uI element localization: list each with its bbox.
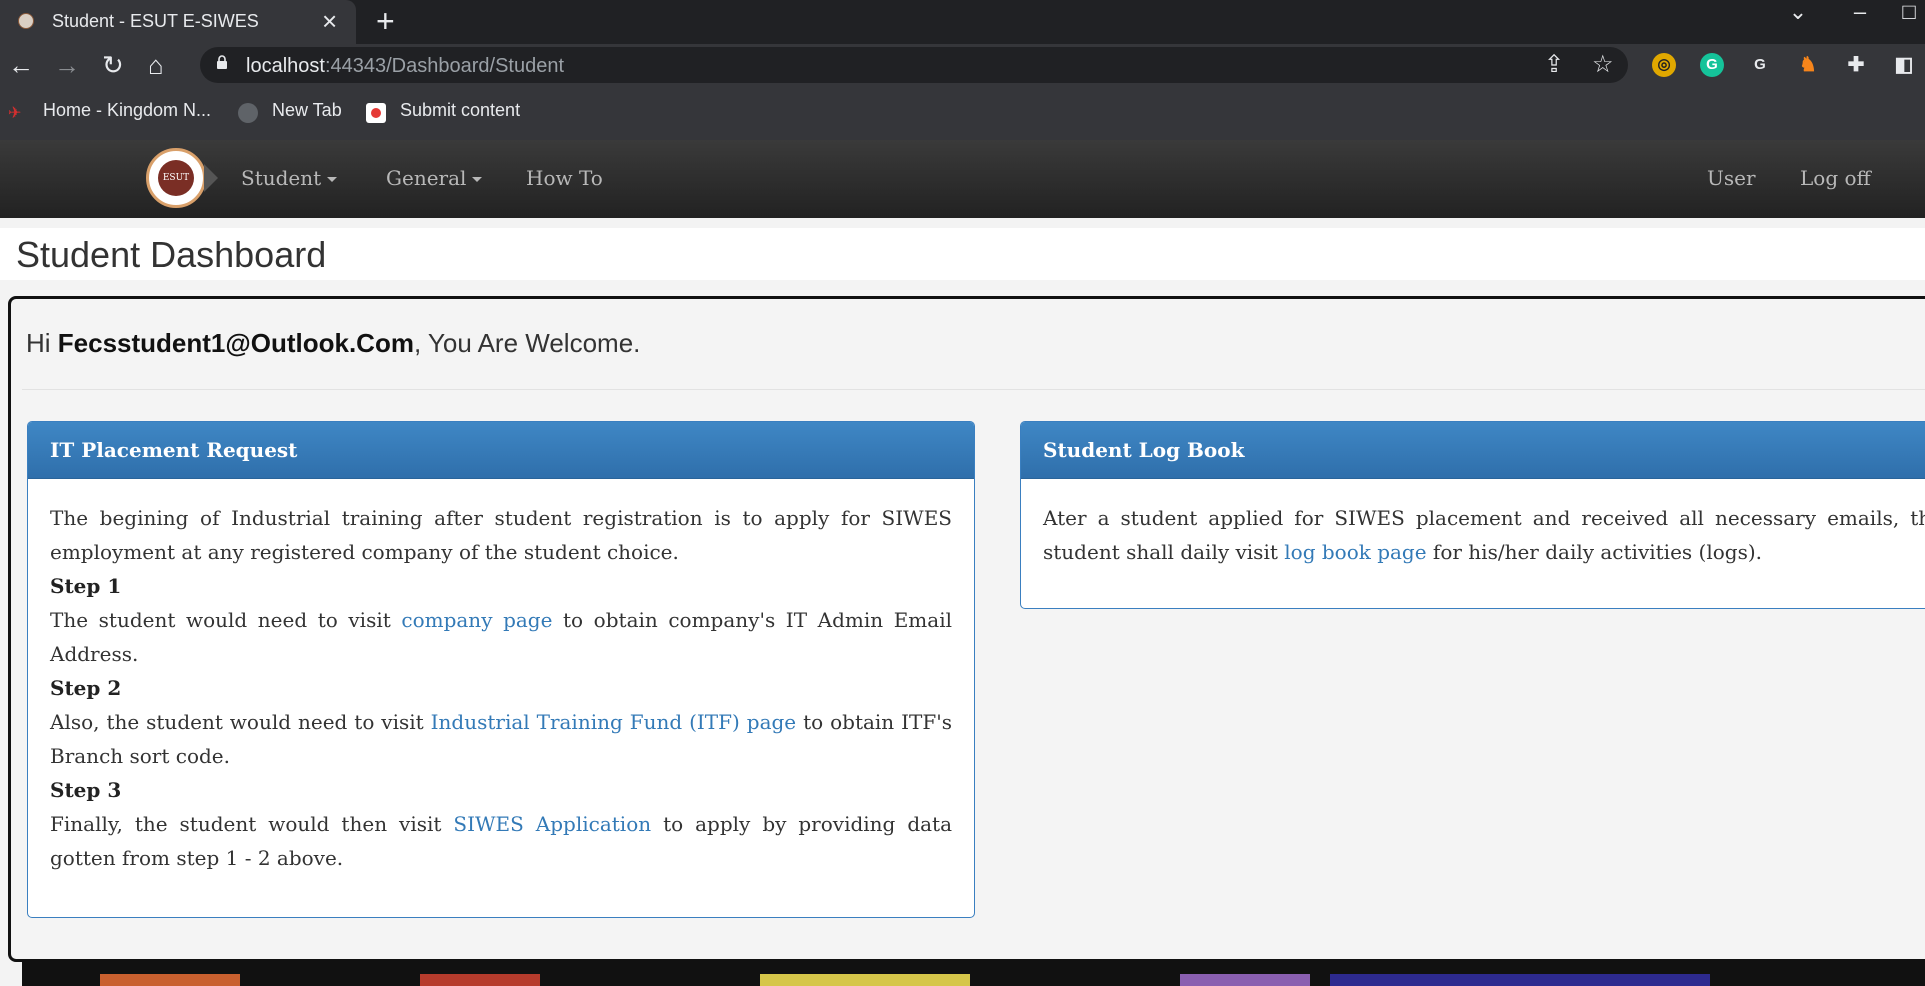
- back-icon[interactable]: ←: [8, 50, 34, 80]
- divider: [22, 389, 1925, 390]
- panel-heading: Student Log Book: [1021, 422, 1925, 479]
- step-1-label: Step 1: [50, 574, 122, 598]
- footer-image-segment: [1180, 974, 1310, 986]
- student-log-book-panel: Student Log Book Ater a student applied …: [1020, 421, 1925, 609]
- chevron-down-icon: [327, 177, 338, 182]
- lock-icon: [217, 55, 227, 69]
- nav-general-dropdown[interactable]: General: [386, 166, 483, 190]
- bookmark-star-icon[interactable]: ☆: [1592, 51, 1614, 79]
- footer-image-segment: [420, 974, 540, 986]
- globe-icon: [238, 103, 258, 123]
- siwes-application-link[interactable]: SIWES Application: [453, 812, 651, 836]
- bookmark-favicon-icon: ✈: [8, 105, 22, 122]
- panel-heading: IT Placement Request: [28, 422, 974, 479]
- panel-body: The begining of Industrial training afte…: [28, 479, 974, 875]
- step-2-text: Also, the student would need to visit In…: [50, 710, 952, 768]
- step-2-label: Step 2: [50, 676, 122, 700]
- tab-title: Student - ESUT E-SIWES: [52, 11, 259, 31]
- step-3-label: Step 3: [50, 778, 122, 802]
- share-icon[interactable]: ⇪: [1544, 51, 1564, 79]
- extensions-puzzle-icon[interactable]: ✚: [1844, 53, 1868, 77]
- address-bar[interactable]: localhost:44343/Dashboard/Student ⇪ ☆: [200, 47, 1628, 83]
- google-icon[interactable]: G: [1748, 53, 1772, 77]
- browser-toolbar: ← → ↻ ⌂ localhost:44343/Dashboard/Studen…: [0, 44, 1925, 86]
- footer-image-segment: [760, 974, 970, 986]
- grammarly-icon[interactable]: G: [1700, 53, 1724, 77]
- site-navbar: ESUT Student General How To User Log off: [0, 140, 1925, 218]
- user-email: Fecsstudent1@Outlook.Com: [57, 328, 414, 358]
- welcome-message: Hi Fecsstudent1@Outlook.Com, You Are Wel…: [26, 328, 641, 358]
- maximize-icon[interactable]: □: [1894, 0, 1924, 30]
- bookmark-submit-content[interactable]: Submit content: [400, 100, 520, 121]
- forward-icon[interactable]: →: [54, 50, 80, 80]
- metamask-icon[interactable]: ♞: [1796, 53, 1820, 77]
- browser-tab[interactable]: Student - ESUT E-SIWES ×: [0, 0, 356, 44]
- side-panel-icon[interactable]: ◧: [1892, 53, 1916, 77]
- reload-icon[interactable]: ↻: [102, 50, 124, 80]
- nav-how-to[interactable]: How To: [526, 166, 603, 190]
- page-header: Student Dashboard: [0, 228, 1925, 280]
- bookmarks-bar: ✈ Home - Kingdom N... New Tab Submit con…: [0, 86, 1925, 140]
- footer-image-segment: [1330, 974, 1710, 986]
- page-title: Student Dashboard: [16, 234, 327, 275]
- it-placement-panel: IT Placement Request The begining of Ind…: [27, 421, 975, 918]
- chevron-down-icon: [472, 177, 483, 182]
- company-page-link[interactable]: company page: [401, 608, 552, 632]
- footer-image-segment: [100, 974, 240, 986]
- step-1-text: The student would need to visit company …: [50, 608, 952, 666]
- itf-page-link[interactable]: Industrial Training Fund (ITF) page: [431, 710, 797, 734]
- home-icon[interactable]: ⌂: [148, 50, 164, 80]
- logo-arrow: [204, 164, 218, 192]
- site-favicon-icon: [18, 13, 34, 29]
- log-book-text: Ater a student applied for SIWES placeme…: [1043, 506, 1925, 564]
- bookmark-new-tab[interactable]: New Tab: [272, 100, 342, 121]
- bookmark-home[interactable]: Home - Kingdom N...: [43, 100, 211, 121]
- nav-user[interactable]: User: [1707, 166, 1756, 190]
- step-3-text: Finally, the student would then visit SI…: [50, 812, 953, 870]
- browser-tab-strip: Student - ESUT E-SIWES × + ⌄ – □: [0, 0, 1925, 44]
- nav-log-off[interactable]: Log off: [1800, 166, 1871, 190]
- close-tab-icon[interactable]: ×: [322, 6, 337, 36]
- placement-intro: The begining of Industrial training afte…: [50, 506, 952, 564]
- new-tab-icon[interactable]: +: [376, 4, 395, 38]
- submit-favicon-icon: [366, 103, 386, 123]
- nav-student-dropdown[interactable]: Student: [241, 166, 338, 190]
- esut-logo[interactable]: ESUT: [146, 148, 206, 208]
- url-text: localhost:44343/Dashboard/Student: [246, 55, 565, 77]
- extension-coin-icon[interactable]: ◎: [1652, 53, 1676, 77]
- tab-search-icon[interactable]: ⌄: [1778, 0, 1818, 30]
- minimize-icon[interactable]: –: [1840, 0, 1880, 30]
- logo-emblem: ESUT: [158, 160, 194, 196]
- panel-body: Ater a student applied for SIWES placeme…: [1021, 479, 1925, 569]
- log-book-page-link[interactable]: log book page: [1284, 540, 1426, 564]
